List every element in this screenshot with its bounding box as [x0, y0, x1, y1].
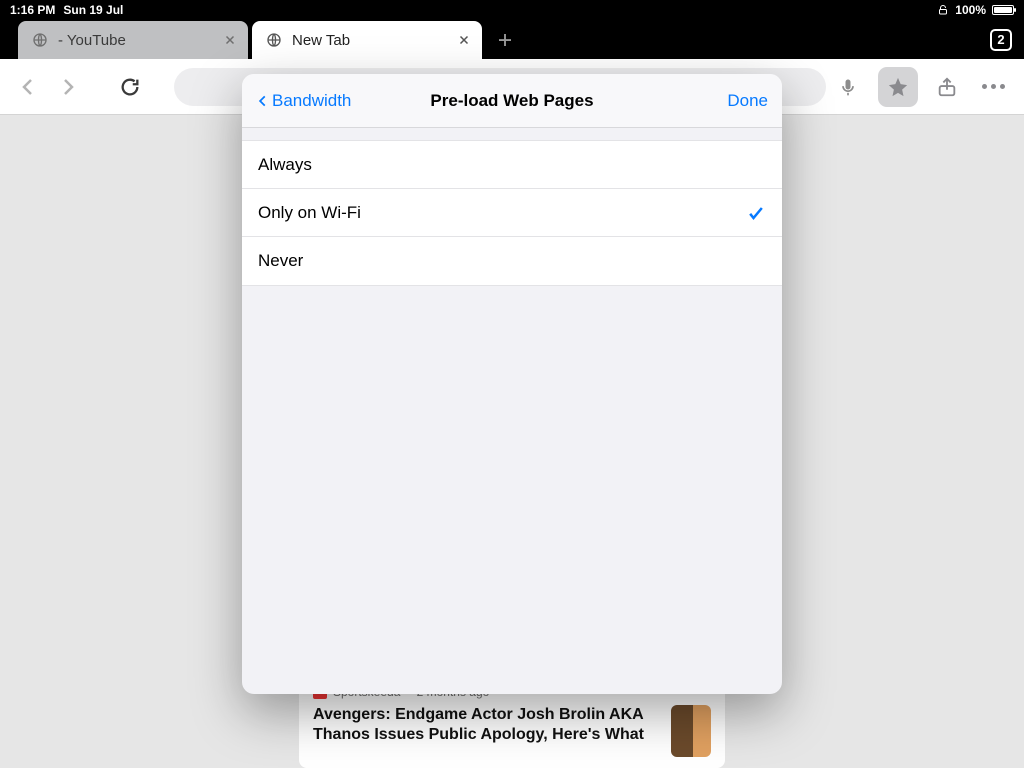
option-only-wifi[interactable]: Only on Wi-Fi — [242, 189, 782, 237]
tab-new-tab[interactable]: New Tab — [252, 21, 482, 59]
modal-header: Bandwidth Pre-load Web Pages Done — [242, 74, 782, 128]
option-always[interactable]: Always — [242, 141, 782, 189]
globe-icon — [266, 32, 282, 48]
status-bar: 1:16 PM Sun 19 Jul 100% — [0, 0, 1024, 20]
dots-icon — [982, 84, 1005, 89]
battery-percent: 100% — [955, 3, 986, 17]
tab-title: - YouTube — [58, 32, 212, 49]
new-tab-button[interactable] — [486, 21, 524, 59]
bookmark-button[interactable] — [878, 67, 918, 107]
option-never[interactable]: Never — [242, 237, 782, 285]
status-date: Sun 19 Jul — [63, 3, 123, 17]
close-icon[interactable] — [456, 32, 472, 48]
modal-done-button[interactable]: Done — [727, 91, 768, 111]
close-icon[interactable] — [222, 32, 238, 48]
status-time: 1:16 PM — [10, 3, 55, 17]
options-list: Always Only on Wi-Fi Never — [242, 140, 782, 286]
battery-icon — [992, 5, 1014, 15]
overflow-menu-button[interactable] — [976, 70, 1010, 104]
tab-counter[interactable]: 2 — [990, 29, 1012, 51]
tab-strip: - YouTube New Tab 2 — [0, 20, 1024, 59]
option-label: Never — [258, 251, 303, 271]
option-label: Only on Wi-Fi — [258, 203, 361, 223]
globe-icon — [32, 32, 48, 48]
orientation-lock-icon — [937, 4, 949, 16]
tab-youtube[interactable]: - YouTube — [18, 21, 248, 59]
share-button[interactable] — [930, 70, 964, 104]
back-button[interactable] — [14, 73, 42, 101]
chevron-left-icon — [256, 91, 270, 111]
checkmark-icon — [746, 203, 766, 223]
settings-modal: Bandwidth Pre-load Web Pages Done Always… — [242, 74, 782, 694]
option-label: Always — [258, 155, 312, 175]
modal-back-button[interactable]: Bandwidth — [256, 91, 351, 111]
forward-button[interactable] — [54, 73, 82, 101]
tab-title: New Tab — [292, 32, 446, 49]
modal-back-label: Bandwidth — [272, 91, 351, 111]
mic-icon[interactable] — [838, 77, 866, 97]
feed-thumbnail — [671, 705, 711, 757]
reload-button[interactable] — [116, 73, 144, 101]
feed-headline: Avengers: Endgame Actor Josh Brolin AKA … — [313, 705, 659, 745]
